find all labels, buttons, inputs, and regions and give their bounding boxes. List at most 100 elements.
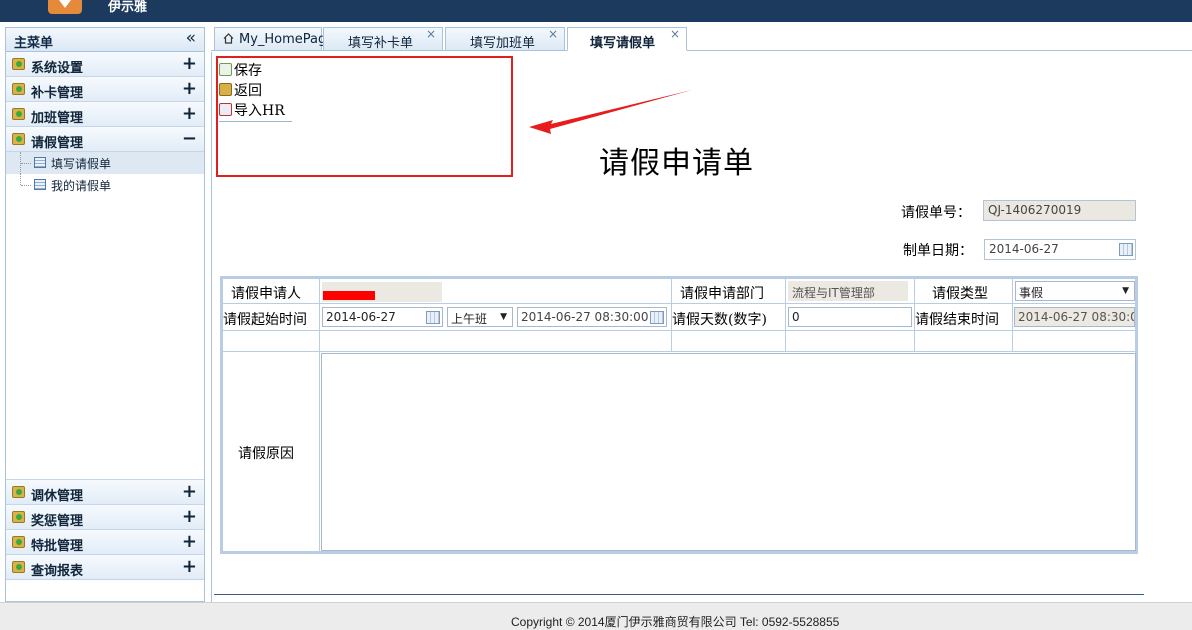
folder-icon [12, 133, 25, 145]
start-datetime-field[interactable]: 2014-06-27 08:30:00 [517, 307, 667, 327]
sidebar-group-system[interactable]: 系统设置 + [6, 52, 204, 77]
calendar-icon[interactable] [650, 311, 664, 324]
chevron-down-icon: ▼ [1122, 286, 1129, 296]
dept-label: 请假申请部门 [680, 286, 764, 302]
tab-homepage[interactable]: My_HomePage [214, 27, 334, 51]
import-icon [219, 103, 232, 116]
expand-icon[interactable]: + [182, 78, 197, 99]
form-icon [34, 157, 46, 168]
sidebar-group-label: 奖惩管理 [31, 514, 84, 529]
form-title: 请假申请单 [599, 146, 754, 181]
folder-icon [12, 511, 25, 523]
start-date-field[interactable]: 2014-06-27 [322, 307, 443, 327]
sidebar-header: 主菜单 « [6, 28, 204, 52]
form-icon [34, 179, 46, 190]
sidebar-title: 主菜单 [14, 36, 54, 51]
expand-icon[interactable]: + [182, 53, 197, 74]
create-date-value: 2014-06-27 [989, 242, 1059, 256]
collapse-group-icon[interactable]: − [182, 128, 197, 149]
sidebar-group-report[interactable]: 查询报表 + [6, 555, 204, 580]
cell: 2014-06-27 上午班 ▼ 2014-06-27 08:30:00 [319, 303, 672, 331]
expand-icon[interactable]: + [182, 556, 197, 577]
sidebar-group-label: 特批管理 [31, 539, 84, 554]
back-icon [219, 83, 232, 96]
dept-field: 流程与IT管理部 [788, 281, 908, 301]
cell: 请假天数(数字) [671, 303, 786, 331]
sidebar-group-label: 系统设置 [31, 61, 84, 76]
save-icon [219, 63, 232, 76]
sidebar-group-label: 查询报表 [31, 564, 84, 579]
expand-icon[interactable]: + [182, 481, 197, 502]
sidebar: 主菜单 « 系统设置 + 补卡管理 + 加班管理 + 请假管理 − 填写请假单 … [5, 27, 205, 602]
cell [222, 330, 320, 352]
sidebar-item-label: 我的请假单 [51, 179, 112, 193]
cell: 请假申请部门 [671, 278, 786, 304]
chevron-down-icon: ▼ [500, 312, 507, 322]
reason-textarea[interactable] [321, 353, 1136, 551]
folder-icon [12, 486, 25, 498]
sidebar-group-overtime[interactable]: 加班管理 + [6, 102, 204, 127]
company-logo [48, 0, 82, 14]
days-label: 请假天数(数字) [672, 312, 767, 328]
expand-icon[interactable]: + [182, 506, 197, 527]
collapse-icon[interactable]: « [186, 28, 196, 48]
sidebar-group-label: 请假管理 [31, 136, 84, 151]
leave-type-select[interactable]: 事假 ▼ [1015, 281, 1135, 301]
tab-label: 填写补卡单 [348, 36, 414, 51]
calendar-icon[interactable] [426, 311, 440, 324]
save-label: 保存 [234, 63, 262, 79]
tab-fill-leave[interactable]: 填写请假单 × [567, 27, 687, 51]
tab-label: My_HomePage [239, 32, 335, 47]
tree-line [21, 163, 31, 164]
sidebar-group-reward[interactable]: 奖惩管理 + [6, 505, 204, 530]
close-icon[interactable]: × [426, 27, 436, 41]
create-date-field[interactable]: 2014-06-27 [984, 239, 1136, 260]
sidebar-group-rest[interactable]: 调休管理 + [6, 480, 204, 505]
content-divider [214, 594, 1144, 595]
leave-type-value: 事假 [1019, 286, 1044, 300]
cell [319, 278, 672, 304]
leave-type-label: 请假类型 [932, 286, 988, 302]
sidebar-group-card-fix[interactable]: 补卡管理 + [6, 77, 204, 102]
start-datetime-value: 2014-06-27 08:30:00 [521, 310, 649, 324]
shift-select[interactable]: 上午班 ▼ [447, 307, 513, 327]
create-date-label: 制单日期： [903, 243, 973, 259]
cell: 请假申请人 [222, 278, 320, 304]
sidebar-subitems: 填写请假单 我的请假单 [6, 152, 204, 480]
tab-label: 填写请假单 [590, 36, 656, 51]
tab-fill-overtime[interactable]: 填写加班单 × [445, 27, 565, 51]
folder-icon [12, 83, 25, 95]
tab-bar: My_HomePage 填写补卡单 × 填写加班单 × 填写请假单 × [211, 27, 1192, 51]
footer: Copyright © 2014厦门伊示雅商贸有限公司 Tel: 0592-55… [0, 602, 1192, 630]
home-icon [223, 33, 234, 44]
sidebar-item-my-leave[interactable]: 我的请假单 [6, 174, 204, 196]
applicant-label: 请假申请人 [231, 286, 301, 302]
sidebar-group-label: 加班管理 [31, 111, 84, 126]
cell: 0 [785, 303, 915, 331]
cell: 请假起始时间 [222, 303, 320, 331]
cell [319, 351, 1136, 552]
expand-icon[interactable]: + [182, 103, 197, 124]
tree-line [20, 174, 21, 185]
sidebar-group-special[interactable]: 特批管理 + [6, 530, 204, 555]
order-no-field: QJ-1406270019 [983, 200, 1136, 221]
start-date-value: 2014-06-27 [326, 310, 396, 324]
end-datetime-field: 2014-06-27 08:30:00 [1014, 307, 1135, 327]
sidebar-group-leave[interactable]: 请假管理 − [6, 127, 204, 152]
close-icon[interactable]: × [548, 27, 558, 41]
close-icon[interactable]: × [670, 27, 680, 41]
sidebar-item-fill-leave[interactable]: 填写请假单 [6, 152, 204, 174]
tab-fill-card[interactable]: 填写补卡单 × [323, 27, 443, 51]
sidebar-group-label: 补卡管理 [31, 86, 84, 101]
cell [914, 330, 1013, 352]
toolbar-divider [219, 121, 292, 122]
end-time-label: 请假结束时间 [915, 312, 999, 328]
back-label: 返回 [234, 83, 262, 99]
folder-icon [12, 561, 25, 573]
cell [319, 330, 672, 352]
calendar-icon[interactable] [1119, 243, 1133, 256]
expand-icon[interactable]: + [182, 531, 197, 552]
cell: 流程与IT管理部 [785, 278, 915, 304]
applicant-field [322, 282, 442, 302]
days-input[interactable]: 0 [788, 307, 912, 327]
